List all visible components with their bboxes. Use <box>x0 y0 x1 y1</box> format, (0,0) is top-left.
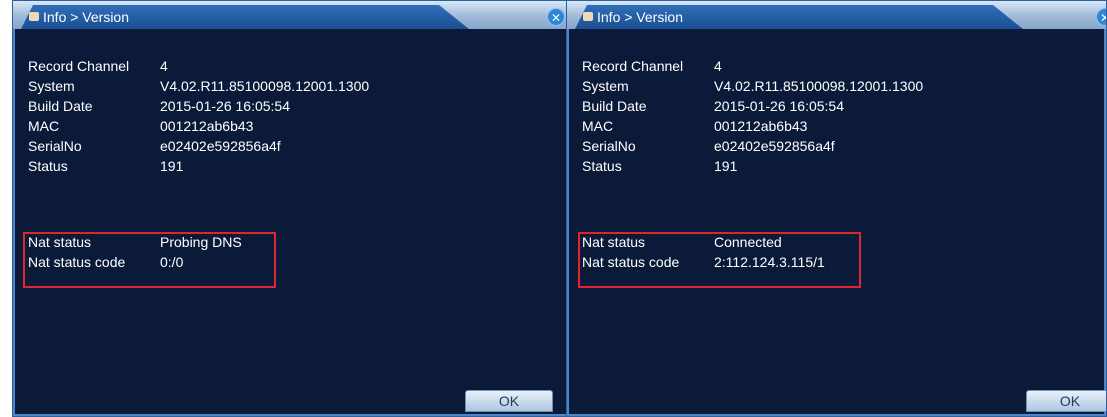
info-value: V4.02.R11.85100098.12001.1300 <box>714 78 924 94</box>
dialog-content: Record Channel 4 System V4.02.R11.851000… <box>567 29 1106 416</box>
info-value: 2015-01-26 16:05:54 <box>160 98 290 114</box>
info-value: 2015-01-26 16:05:54 <box>714 98 844 114</box>
info-label: Build Date <box>28 98 93 114</box>
nat-label: Nat status code <box>582 254 680 270</box>
info-label: Record Channel <box>582 58 684 74</box>
info-label: System <box>582 78 629 94</box>
info-value: 4 <box>714 58 722 74</box>
close-icon[interactable]: ✕ <box>547 8 565 26</box>
info-value: 001212ab6b43 <box>714 118 808 134</box>
info-value: 191 <box>714 158 738 174</box>
folder-icon <box>29 12 39 21</box>
info-label: MAC <box>28 118 60 134</box>
nat-value: 2:112.124.3.115/1 <box>714 254 825 270</box>
breadcrumb: Info > Version <box>597 9 684 25</box>
info-value: e02402e592856a4f <box>160 138 281 154</box>
nat-label: Nat status <box>28 234 92 250</box>
ok-button[interactable]: OK <box>465 390 553 412</box>
nat-label: Nat status code <box>28 254 126 270</box>
info-label: Build Date <box>582 98 647 114</box>
info-label: Status <box>582 158 622 174</box>
info-label: SerialNo <box>28 138 82 154</box>
title-tab: Info > Version <box>575 5 1023 29</box>
close-icon[interactable]: ✕ <box>1096 8 1106 26</box>
info-label: Record Channel <box>28 58 130 74</box>
folder-icon <box>583 12 593 21</box>
info-value: 191 <box>160 158 184 174</box>
nat-label: Nat status <box>582 234 646 250</box>
ok-button[interactable]: OK <box>1026 390 1106 412</box>
info-version-dialog-right: Info > Version ✕ Record Channel 4 System… <box>566 0 1107 417</box>
nat-value: 0:/0 <box>160 254 184 270</box>
breadcrumb: Info > Version <box>43 9 130 25</box>
info-value: 001212ab6b43 <box>160 118 254 134</box>
title-bar: Info > Version ✕ <box>13 1 569 29</box>
info-value: V4.02.R11.85100098.12001.1300 <box>160 78 370 94</box>
info-label: MAC <box>582 118 614 134</box>
title-tab: Info > Version <box>21 5 469 29</box>
info-value: e02402e592856a4f <box>714 138 835 154</box>
info-label: SerialNo <box>582 138 636 154</box>
info-label: System <box>28 78 75 94</box>
title-bar: Info > Version ✕ <box>567 1 1106 29</box>
info-version-dialog-left: Info > Version ✕ Record Channel 4 System… <box>12 0 570 417</box>
nat-value: Connected <box>714 234 782 250</box>
nat-value: Probing DNS <box>160 234 242 250</box>
info-value: 4 <box>160 58 168 74</box>
info-label: Status <box>28 158 68 174</box>
dialog-content: Record Channel 4 System V4.02.R11.851000… <box>13 29 569 416</box>
